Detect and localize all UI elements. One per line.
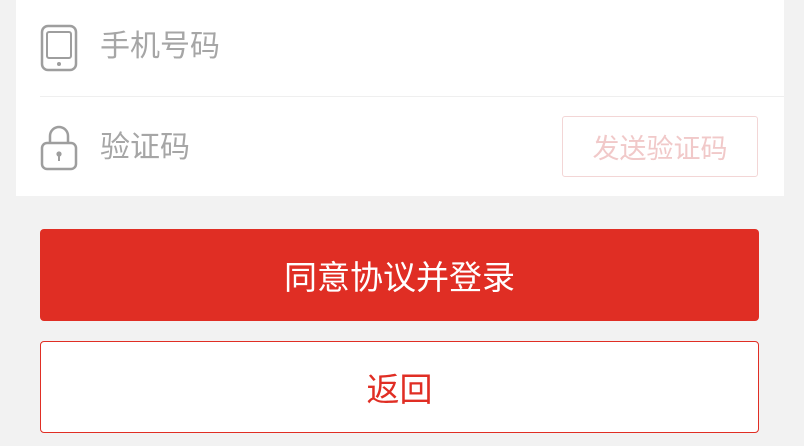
back-button[interactable]: 返回: [40, 341, 759, 433]
verification-code-input[interactable]: [100, 125, 540, 169]
phone-icon: [40, 24, 78, 72]
phone-row: [16, 0, 784, 96]
phone-input[interactable]: [100, 24, 760, 68]
login-form: 发送验证码: [16, 0, 784, 196]
code-row: 发送验证码: [16, 97, 784, 196]
send-code-button[interactable]: 发送验证码: [562, 116, 758, 177]
agree-and-login-button[interactable]: 同意协议并登录: [40, 229, 759, 321]
lock-icon: [40, 123, 78, 171]
